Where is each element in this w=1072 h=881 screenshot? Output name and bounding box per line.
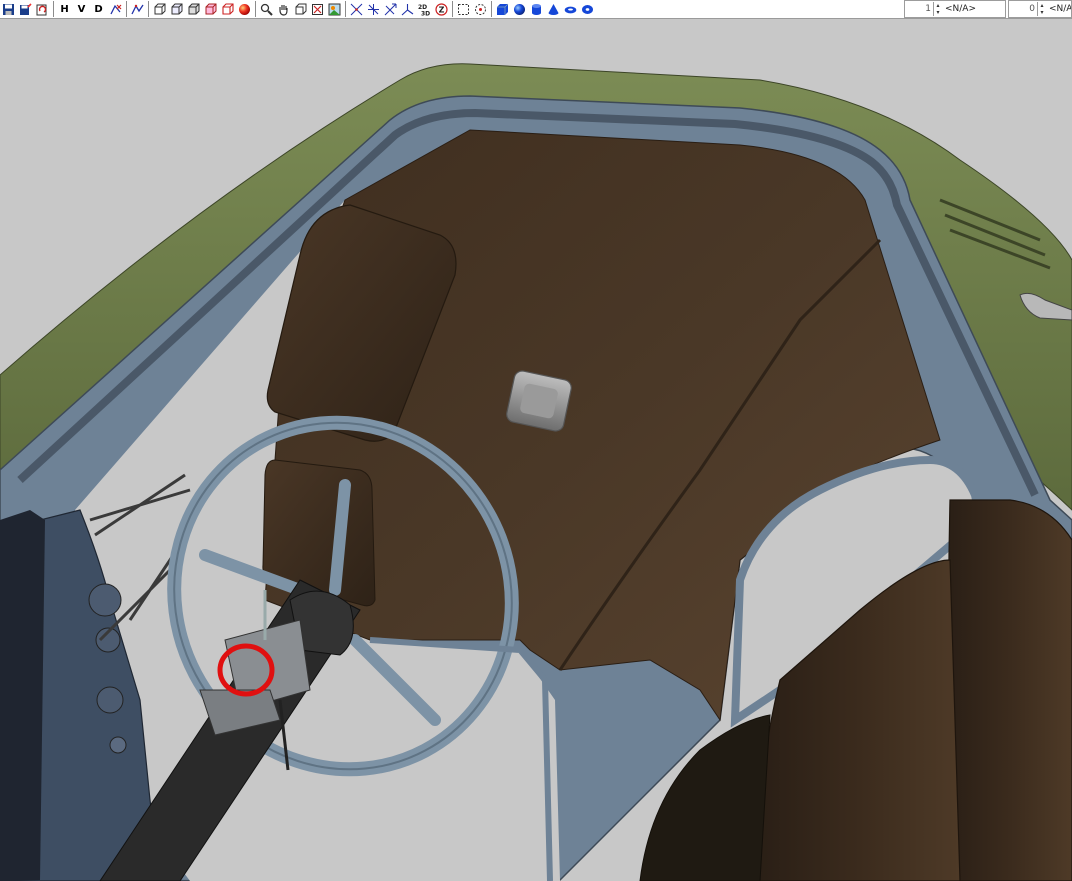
level-spinner-2[interactable]: ▴ ▾ xyxy=(1037,2,1046,16)
vertical-view-button[interactable]: V xyxy=(73,1,90,17)
cube-shaded-icon[interactable] xyxy=(202,1,219,17)
level-selection-2[interactable]: <N/A> xyxy=(1046,4,1071,14)
toolbar-separator xyxy=(255,1,256,17)
axes-xz-icon[interactable] xyxy=(348,1,365,17)
image-icon[interactable] xyxy=(326,1,343,17)
wire-cube-icon[interactable] xyxy=(151,1,168,17)
transform-icon[interactable] xyxy=(107,1,124,17)
reload-icon[interactable] xyxy=(34,1,51,17)
pillar-dark xyxy=(0,510,45,881)
3d-viewport[interactable] xyxy=(0,19,1072,881)
gauge-4 xyxy=(109,736,127,754)
svg-text:3D: 3D xyxy=(421,10,430,16)
axes-rotate-icon[interactable] xyxy=(382,1,399,17)
axes-xy-icon[interactable] xyxy=(365,1,382,17)
cube-red-icon[interactable] xyxy=(219,1,236,17)
create-cone-icon[interactable] xyxy=(545,1,562,17)
gauge-3 xyxy=(96,686,124,714)
zoom-icon[interactable] xyxy=(258,1,275,17)
box-icon[interactable] xyxy=(185,1,202,17)
save-as-icon[interactable] xyxy=(17,1,34,17)
toolbar-separator xyxy=(126,1,127,17)
frame-icon[interactable] xyxy=(292,1,309,17)
2d-3d-toggle-icon[interactable]: 2D 3D xyxy=(416,1,433,17)
path-icon[interactable] xyxy=(129,1,146,17)
toolbar-separator xyxy=(345,1,346,17)
toolbar-separator xyxy=(53,1,54,17)
pan-hand-icon[interactable] xyxy=(275,1,292,17)
toolbar-separator xyxy=(491,1,492,17)
save-icon[interactable] xyxy=(0,1,17,17)
cube-outline-icon[interactable] xyxy=(168,1,185,17)
level-value-2[interactable]: 0 xyxy=(1009,4,1037,14)
create-disc-icon[interactable] xyxy=(579,1,596,17)
selection-frame-icon[interactable] xyxy=(309,1,326,17)
main-toolbar: H V D 2D3D Z 1 ▴▾ <N/A> 0 ▴▾ <N/A> xyxy=(0,0,1072,19)
create-cylinder-icon[interactable] xyxy=(528,1,545,17)
svg-text:Z: Z xyxy=(439,5,445,14)
level-field-2[interactable]: 0 ▴▾ <N/A> xyxy=(1008,0,1072,18)
depth-view-button[interactable]: D xyxy=(90,1,107,17)
create-cube-icon[interactable] xyxy=(494,1,511,17)
axes-3d-icon[interactable] xyxy=(399,1,416,17)
create-torus-icon[interactable] xyxy=(562,1,579,17)
toolbar-separator xyxy=(148,1,149,17)
level-value-1[interactable]: 1 xyxy=(905,4,933,14)
horizontal-view-button[interactable]: H xyxy=(56,1,73,17)
center-target-icon[interactable] xyxy=(472,1,489,17)
level-selection-1[interactable]: <N/A> xyxy=(942,4,1005,14)
level-spinner-1[interactable]: ▴ ▾ xyxy=(933,2,942,16)
level-field-1[interactable]: 1 ▴ ▾ <N/A> xyxy=(904,0,1006,18)
toolbar-separator xyxy=(452,1,453,17)
marquee-select-icon[interactable] xyxy=(455,1,472,17)
gauge-1 xyxy=(88,583,122,617)
rotate-z-icon[interactable]: Z xyxy=(433,1,450,17)
sphere-red-icon[interactable] xyxy=(236,1,253,17)
seat-back-right xyxy=(948,499,1072,881)
create-sphere-icon[interactable] xyxy=(511,1,528,17)
